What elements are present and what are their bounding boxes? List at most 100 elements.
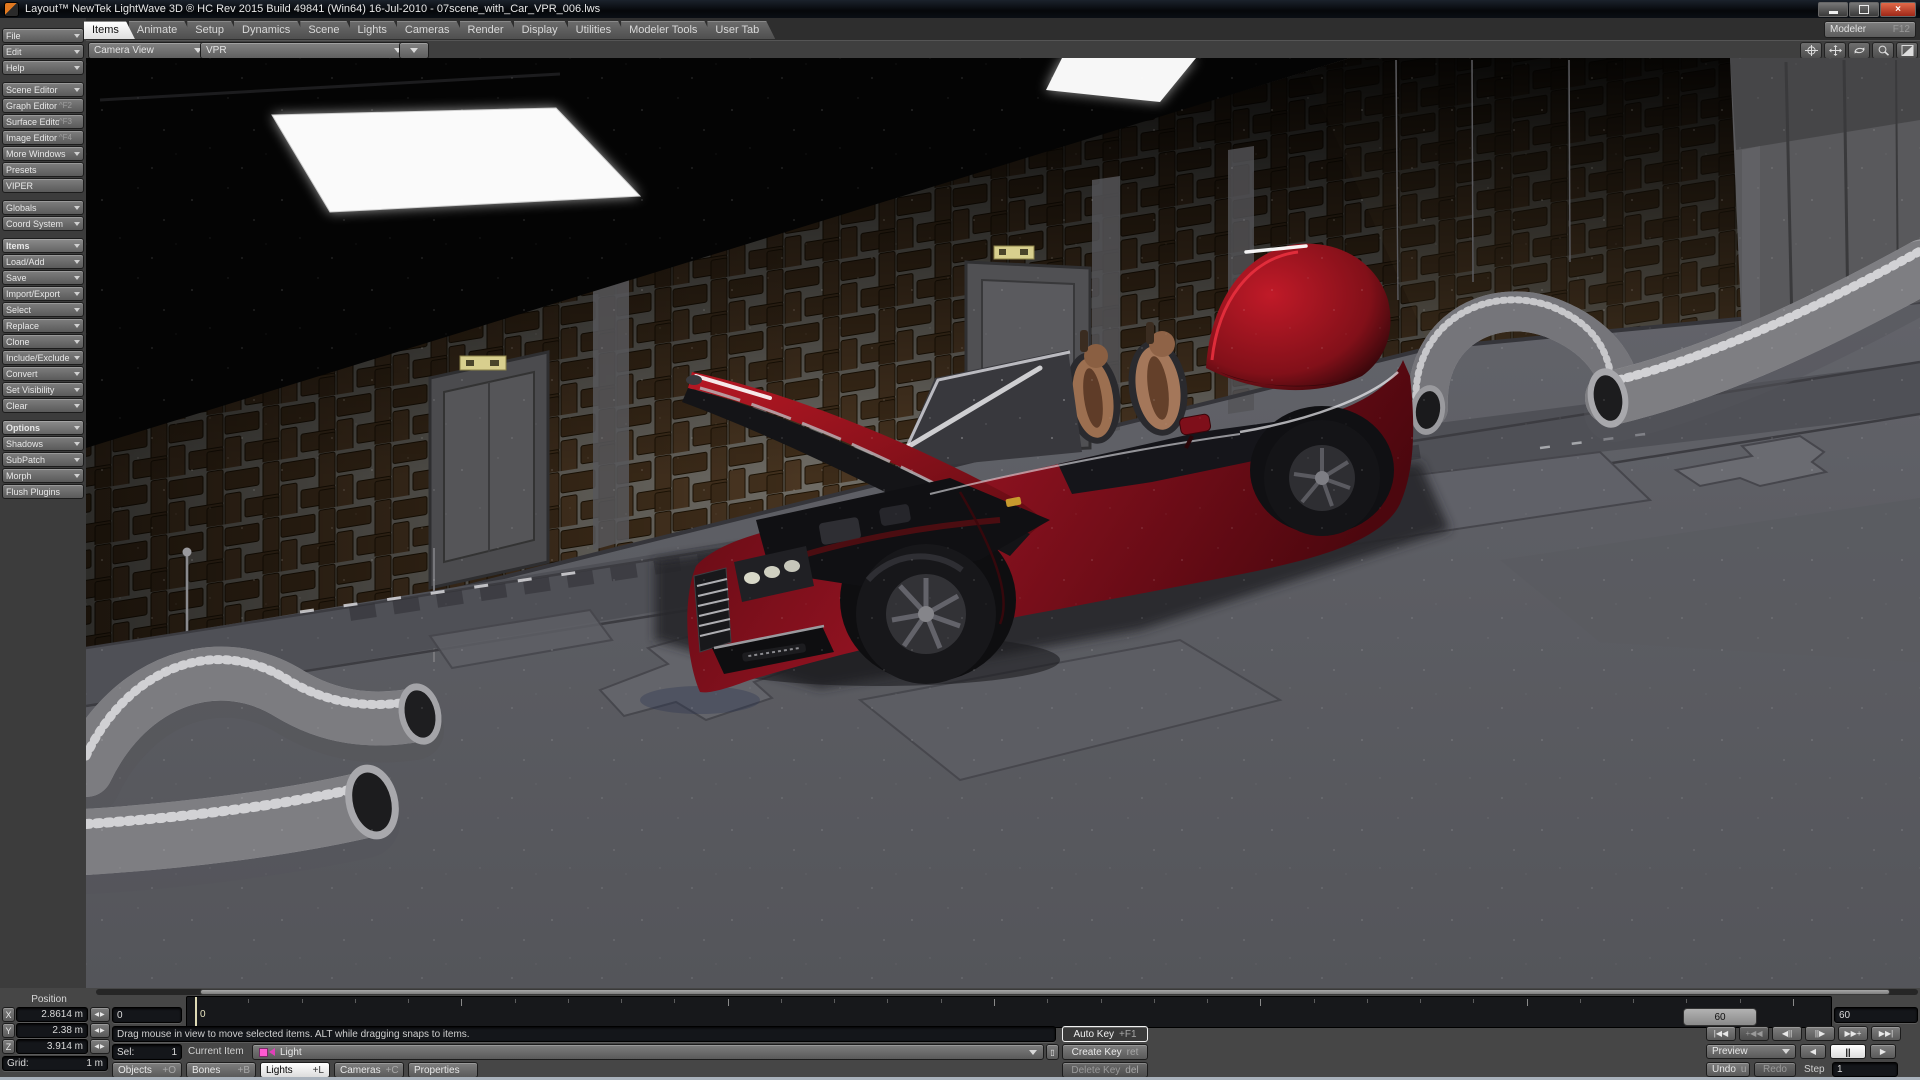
ruler-tick bbox=[1367, 999, 1368, 1003]
step-field[interactable]: 1 bbox=[1832, 1062, 1898, 1077]
axis-row: Z 3.914 m ◀▶ bbox=[2, 1039, 110, 1054]
undo-button[interactable]: Undou bbox=[1706, 1062, 1750, 1077]
current-frame-marker[interactable] bbox=[195, 997, 197, 1027]
sidebar-item[interactable]: Set Visibility bbox=[2, 382, 84, 397]
modeler-button[interactable]: ModelerF12 bbox=[1824, 21, 1916, 38]
sidebar-item[interactable]: Morph bbox=[2, 468, 84, 483]
timeline-scroll-track[interactable] bbox=[96, 989, 1918, 995]
current-item-dropdown[interactable]: Light bbox=[252, 1044, 1044, 1060]
chevron-down-icon bbox=[74, 88, 80, 92]
sidebar-item[interactable]: Replace bbox=[2, 318, 84, 333]
sidebar-item[interactable]: Image Editor ^F4 bbox=[2, 130, 84, 145]
transport-button[interactable]: ▶▶+ bbox=[1838, 1026, 1868, 1041]
sidebar-item[interactable]: Globals bbox=[2, 200, 84, 215]
axis-stepper[interactable]: ◀▶ bbox=[90, 1023, 110, 1038]
transport-button[interactable]: +◀◀ bbox=[1739, 1026, 1769, 1041]
sidebar-item[interactable]: Items bbox=[2, 238, 84, 253]
rotate-icon[interactable] bbox=[1848, 42, 1870, 59]
main-tab[interactable]: User Tab bbox=[707, 21, 775, 39]
frame-field[interactable]: 0 bbox=[112, 1007, 182, 1023]
item-type-button[interactable]: Cameras+C bbox=[334, 1062, 404, 1078]
zoom-icon[interactable] bbox=[1872, 42, 1894, 59]
timeline-scroll-thumb[interactable] bbox=[200, 989, 1890, 995]
sidebar-item[interactable]: Surface Editor ^F3 bbox=[2, 114, 84, 129]
ruler-tick bbox=[994, 999, 995, 1006]
sidebar-item[interactable]: Help bbox=[2, 60, 84, 75]
timeline-slider-handle[interactable]: 60 bbox=[1683, 1008, 1757, 1026]
axis-stepper[interactable]: ◀▶ bbox=[90, 1007, 110, 1022]
sidebar-item[interactable]: Flush Plugins bbox=[2, 484, 84, 499]
main-tab[interactable]: Render bbox=[460, 21, 520, 39]
sidebar-item[interactable]: Clear bbox=[2, 398, 84, 413]
close-button[interactable]: × bbox=[1880, 2, 1916, 17]
chevron-down-icon bbox=[74, 388, 80, 392]
sidebar-item[interactable]: File bbox=[2, 28, 84, 43]
sidebar-item[interactable]: Include/Exclude bbox=[2, 350, 84, 365]
transport-button[interactable]: ◀|| bbox=[1772, 1026, 1802, 1041]
pause-button[interactable]: || bbox=[1830, 1044, 1866, 1059]
sidebar-item[interactable]: Options bbox=[2, 420, 84, 435]
item-type-button[interactable]: Lights+L bbox=[260, 1062, 330, 1078]
sidebar-item[interactable]: Graph Editor ^F2 bbox=[2, 98, 84, 113]
maximize-button[interactable] bbox=[1849, 2, 1879, 17]
rendered-scene bbox=[86, 58, 1920, 990]
main-tab[interactable]: Scene bbox=[300, 21, 355, 39]
sidebar-item[interactable]: Select bbox=[2, 302, 84, 317]
render-options-dropdown[interactable] bbox=[399, 42, 429, 59]
item-type-button[interactable]: Bones+B bbox=[186, 1062, 256, 1078]
sidebar-item[interactable]: More Windows bbox=[2, 146, 84, 161]
item-type-button[interactable]: Objects+O bbox=[112, 1062, 182, 1078]
sidebar-item[interactable]: Scene Editor bbox=[2, 82, 84, 97]
redo-button[interactable]: Redo bbox=[1754, 1062, 1796, 1077]
preview-dropdown[interactable]: Preview bbox=[1706, 1044, 1796, 1059]
transport-button[interactable]: ||▶ bbox=[1805, 1026, 1835, 1041]
sidebar-item[interactable]: VIPER bbox=[2, 178, 84, 193]
main-tab[interactable]: Items bbox=[84, 21, 135, 39]
main-tab[interactable]: Cameras bbox=[397, 21, 466, 39]
auto-key-button[interactable]: Auto Key+F1 bbox=[1062, 1026, 1148, 1042]
transport-button[interactable]: |◀◀ bbox=[1706, 1026, 1736, 1041]
main-tab[interactable]: Utilities bbox=[568, 21, 627, 39]
timeline-ruler[interactable]: 0 60 bbox=[186, 996, 1832, 1028]
sidebar-item[interactable]: Save bbox=[2, 270, 84, 285]
ruler-tick bbox=[1154, 999, 1155, 1003]
main-tab[interactable]: Animate bbox=[129, 21, 193, 39]
ruler-tick bbox=[568, 999, 569, 1003]
axis-value-field[interactable]: 2.38 m bbox=[16, 1023, 88, 1038]
main-tab[interactable]: Setup bbox=[187, 21, 240, 39]
main-tab[interactable]: Dynamics bbox=[234, 21, 306, 39]
axis-value-field[interactable]: 3.914 m bbox=[16, 1039, 88, 1054]
sidebar-item[interactable]: Clone bbox=[2, 334, 84, 349]
viewport-3d[interactable] bbox=[86, 58, 1920, 990]
status-message: Drag mouse in view to move selected item… bbox=[112, 1026, 1056, 1042]
main-tab[interactable]: Display bbox=[514, 21, 574, 39]
sidebar-item[interactable]: Load/Add bbox=[2, 254, 84, 269]
transport-button[interactable]: ▶▶| bbox=[1871, 1026, 1901, 1041]
end-frame-field[interactable]: 60 bbox=[1834, 1007, 1918, 1023]
sidebar-item[interactable]: Presets bbox=[2, 162, 84, 177]
play-reverse-button[interactable]: ◀ bbox=[1800, 1044, 1826, 1059]
minimize-button[interactable] bbox=[1818, 2, 1848, 17]
pan-icon[interactable] bbox=[1824, 42, 1846, 59]
ruler-tick bbox=[302, 999, 303, 1003]
item-type-button[interactable]: Properties bbox=[408, 1062, 478, 1078]
sidebar-item[interactable]: Coord System bbox=[2, 216, 84, 231]
sidebar-item[interactable]: Shadows bbox=[2, 436, 84, 451]
orbit-icon[interactable] bbox=[1800, 42, 1822, 59]
create-key-button[interactable]: Create Keyret bbox=[1062, 1044, 1148, 1060]
sidebar-item[interactable]: Convert bbox=[2, 366, 84, 381]
main-tab[interactable]: Modeler Tools bbox=[621, 21, 713, 39]
axis-value-field[interactable]: 2.8614 m bbox=[16, 1007, 88, 1022]
delete-key-button[interactable]: Delete Keydel bbox=[1062, 1062, 1148, 1078]
sidebar-item[interactable]: SubPatch bbox=[2, 452, 84, 467]
axis-stepper[interactable]: ◀▶ bbox=[90, 1039, 110, 1054]
lightwave-layout-window: Layout™ NewTek LightWave 3D ® HC Rev 201… bbox=[0, 0, 1920, 1080]
main-tab[interactable]: Lights bbox=[350, 21, 403, 39]
sidebar-item[interactable]: Import/Export bbox=[2, 286, 84, 301]
sidebar-item[interactable]: Edit bbox=[2, 44, 84, 59]
maximize-viewport-icon[interactable] bbox=[1896, 42, 1918, 59]
render-mode-dropdown[interactable]: VPR bbox=[200, 42, 408, 59]
item-properties-mini-button[interactable]: ▯ bbox=[1046, 1044, 1059, 1060]
view-mode-dropdown[interactable]: Camera View bbox=[88, 42, 208, 59]
play-button[interactable]: ▶ bbox=[1870, 1044, 1896, 1059]
